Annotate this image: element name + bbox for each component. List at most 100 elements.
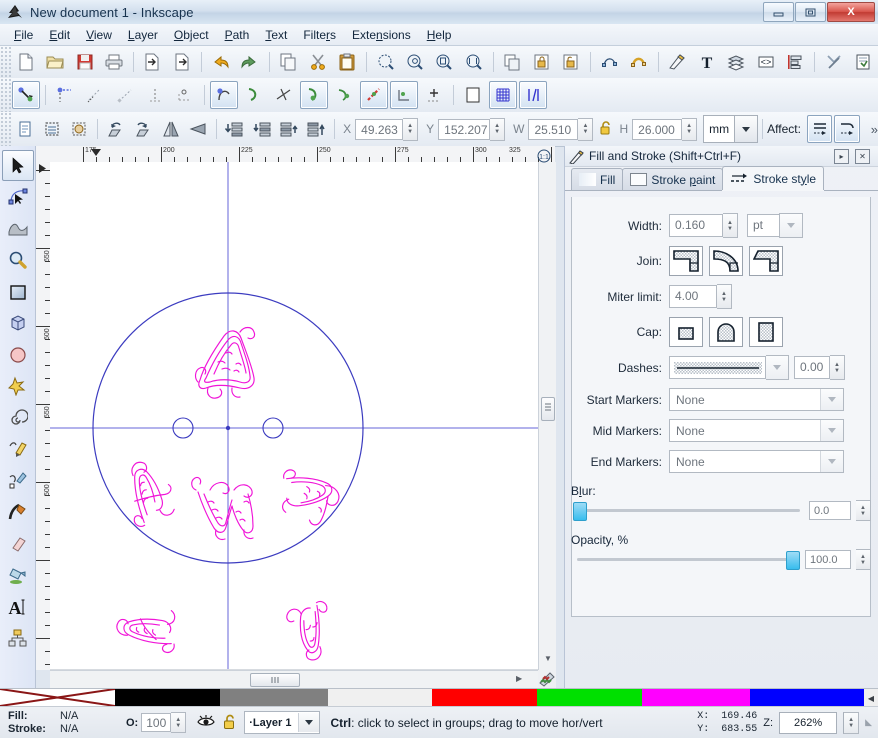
- dash-offset-spinner[interactable]: ▲ ▼: [830, 355, 845, 380]
- open-document-icon[interactable]: [41, 48, 68, 76]
- zoom-value[interactable]: 262%: [779, 711, 838, 734]
- bezier-tool[interactable]: [2, 465, 34, 496]
- menu-view[interactable]: View: [78, 26, 120, 44]
- menu-filters[interactable]: Filters: [295, 26, 344, 44]
- blur-value[interactable]: 0.0: [809, 501, 851, 520]
- fill-stroke-dialog-icon[interactable]: [664, 48, 691, 76]
- hscroll-right-arrow[interactable]: ▶: [516, 674, 522, 683]
- zoom-drawing-icon[interactable]: [401, 48, 428, 76]
- text-tool-dialog-icon[interactable]: T: [693, 48, 720, 76]
- deselect-icon[interactable]: [67, 115, 92, 143]
- stroke-width-input[interactable]: 0.160: [669, 214, 723, 237]
- start-markers-combo[interactable]: None: [669, 388, 844, 411]
- canvas-vertical-scrollbar[interactable]: ▼: [538, 162, 556, 670]
- stroke-width-unit-value[interactable]: pt: [747, 214, 779, 237]
- toolbar-grip[interactable]: [0, 46, 11, 78]
- snap-bbox-corner-icon[interactable]: [111, 81, 139, 109]
- affect-stroke-width-icon[interactable]: [806, 115, 833, 143]
- paste-icon[interactable]: [333, 48, 360, 76]
- zoom-selection-icon[interactable]: [372, 48, 399, 76]
- zoom-page-width-icon[interactable]: [460, 48, 487, 76]
- menu-path[interactable]: Path: [217, 26, 258, 44]
- select-all-icon[interactable]: [12, 115, 37, 143]
- resize-grip[interactable]: ◣: [865, 717, 872, 728]
- affect-rounded-corners-icon[interactable]: [834, 115, 860, 143]
- import-icon[interactable]: [139, 48, 166, 76]
- miter-limit-input[interactable]: 4.00: [669, 285, 717, 308]
- snap-nodes-paths-icon[interactable]: [210, 81, 238, 109]
- menu-object[interactable]: Object: [166, 26, 217, 44]
- raise-step-icon[interactable]: [276, 115, 301, 143]
- square-cap-icon[interactable]: [749, 317, 783, 347]
- star-tool[interactable]: [2, 371, 34, 402]
- vscroll-thumb[interactable]: [541, 397, 555, 421]
- snap-rotation-center-icon[interactable]: [420, 81, 448, 109]
- flip-horizontal-icon[interactable]: [158, 115, 183, 143]
- units-value[interactable]: mm: [703, 115, 736, 143]
- y-spinner[interactable]: ▲ ▼: [490, 117, 506, 141]
- miter-join-icon[interactable]: [669, 246, 703, 276]
- opacity-value[interactable]: 100.0: [805, 550, 851, 569]
- opacity-slider-knob[interactable]: [786, 551, 800, 570]
- lock-open-icon[interactable]: [599, 120, 613, 139]
- vertical-ruler[interactable]: 650 600 550 500: [36, 162, 51, 670]
- snap-cusp-node-icon[interactable]: [300, 81, 328, 109]
- tab-stroke-style[interactable]: Stroke style: [722, 166, 825, 190]
- width-field[interactable]: 25.510: [528, 118, 579, 140]
- save-document-icon[interactable]: [71, 48, 98, 76]
- snap-bbox-edge-midpoint-icon[interactable]: [141, 81, 169, 109]
- end-markers-dropdown-arrow[interactable]: [820, 451, 843, 472]
- blur-slider-knob[interactable]: [573, 502, 587, 521]
- raise-to-top-icon[interactable]: [304, 115, 329, 143]
- menu-text[interactable]: Text: [257, 26, 295, 44]
- toolbar-grip[interactable]: [0, 78, 11, 112]
- dock-close-button[interactable]: ✕: [855, 148, 870, 164]
- status-opacity-input[interactable]: 100: [141, 713, 172, 732]
- horizontal-ruler[interactable]: 175 200 225 250 275 300 325: [36, 146, 555, 163]
- eye-icon[interactable]: [196, 713, 216, 732]
- butt-cap-icon[interactable]: [669, 317, 703, 347]
- object-to-path-icon[interactable]: [596, 48, 623, 76]
- document-properties-icon[interactable]: [849, 48, 876, 76]
- toolbar-overflow-button[interactable]: »: [871, 122, 878, 137]
- redo-icon[interactable]: [236, 48, 263, 76]
- drawing-canvas[interactable]: [50, 162, 540, 670]
- snap-midpoint-icon[interactable]: [360, 81, 388, 109]
- fill-stroke-indicator[interactable]: Fill: N/A Stroke: N/A: [0, 710, 120, 736]
- snap-path-icon[interactable]: [240, 81, 268, 109]
- new-document-icon[interactable]: [12, 48, 39, 76]
- ellipse-tool[interactable]: [2, 339, 34, 370]
- snap-page-border-icon[interactable]: [459, 81, 487, 109]
- box3d-tool[interactable]: [2, 308, 34, 339]
- canvas-horizontal-scrollbar[interactable]: ▶: [50, 670, 538, 688]
- menu-file[interactable]: File: [6, 26, 41, 44]
- stroke-width-spinner[interactable]: ▲ ▼: [723, 213, 738, 238]
- align-distribute-icon[interactable]: [782, 48, 809, 76]
- eraser-tool[interactable]: [2, 528, 34, 559]
- export-icon[interactable]: [168, 48, 195, 76]
- dash-offset-input[interactable]: 0.00: [794, 356, 830, 379]
- rotate-90-cw-icon[interactable]: [131, 115, 156, 143]
- menu-extensions[interactable]: Extensions: [344, 26, 419, 44]
- snap-smooth-node-icon[interactable]: [330, 81, 358, 109]
- close-button[interactable]: X: [827, 2, 875, 22]
- swatch-gray[interactable]: [220, 689, 328, 706]
- layer-dropdown-arrow[interactable]: [298, 713, 320, 732]
- miter-limit-spinner[interactable]: ▲ ▼: [717, 284, 732, 309]
- zoom-spinner[interactable]: ▲ ▼: [843, 711, 860, 734]
- preferences-icon[interactable]: [820, 48, 847, 76]
- swatch-green[interactable]: [537, 689, 642, 706]
- text-tool[interactable]: A: [2, 591, 34, 622]
- copy-icon[interactable]: [275, 48, 302, 76]
- spiral-tool[interactable]: [2, 402, 34, 433]
- flip-vertical-icon[interactable]: [185, 115, 210, 143]
- snap-bounding-box-icon[interactable]: [51, 81, 79, 109]
- palette-scroll-button[interactable]: ◀: [864, 689, 878, 707]
- ruler-zoom-icon[interactable]: 1:1: [537, 149, 553, 167]
- status-opacity-spinner[interactable]: ▲ ▼: [171, 712, 187, 733]
- vscroll-down-arrow[interactable]: ▼: [544, 654, 552, 663]
- dash-pattern-preview[interactable]: [669, 356, 766, 379]
- blur-spinner[interactable]: ▲ ▼: [856, 500, 871, 521]
- swatch-light[interactable]: [328, 689, 432, 706]
- tab-stroke-paint[interactable]: Stroke paint: [622, 168, 724, 190]
